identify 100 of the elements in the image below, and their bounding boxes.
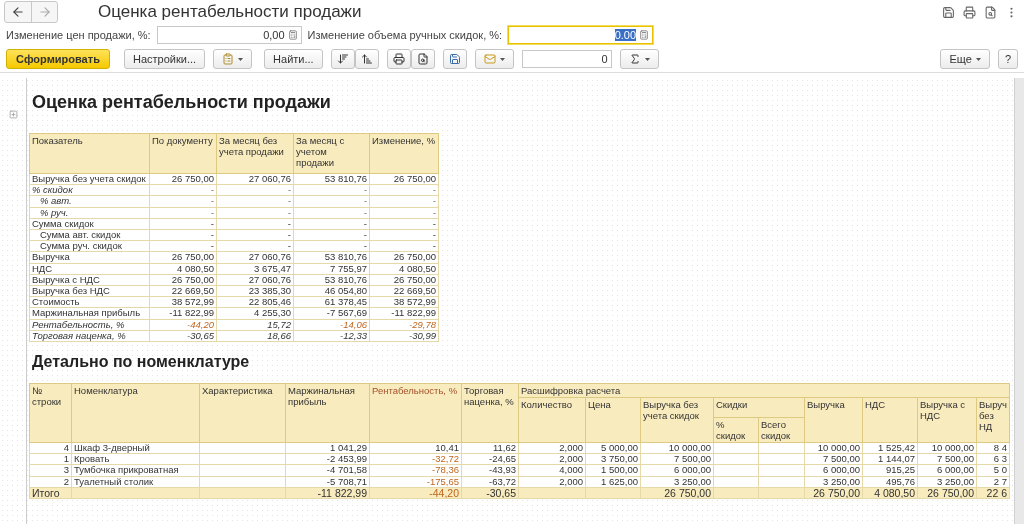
document-magnifier-icon <box>416 53 429 65</box>
table-cell: 10 000,00 <box>640 442 714 454</box>
table-cell: 7 500,00 <box>640 453 714 465</box>
table-cell: 22 6 <box>976 487 1010 499</box>
column-header: За месяц без учета продажи <box>216 133 294 174</box>
table-cell: 3 750,00 <box>585 453 641 465</box>
table-cell: 18,66 <box>216 330 294 342</box>
table-cell: 26 750,00 <box>149 274 217 286</box>
table-cell: 27 060,76 <box>216 173 294 185</box>
sum-field[interactable]: 0 <box>521 50 612 68</box>
table-cell: 15,72 <box>216 319 294 331</box>
table-cell: - <box>369 184 439 196</box>
table-cell: 11,62 <box>461 442 519 454</box>
table-cell: 3 250,00 <box>917 476 977 488</box>
generate-button[interactable]: Сформировать <box>6 49 110 69</box>
sum-dropdown[interactable] <box>619 49 659 69</box>
table-cell: 26 750,00 <box>149 173 217 185</box>
table-cell: 10 000,00 <box>804 442 863 454</box>
table-cell: -5 708,71 <box>285 476 370 488</box>
table-cell: - <box>293 184 370 196</box>
table-cell: 1 144,07 <box>862 453 918 465</box>
table-cell: 26 750,00 <box>640 487 714 499</box>
print-button[interactable] <box>961 3 978 21</box>
save-button[interactable] <box>442 49 467 69</box>
column-header: Изменение, % <box>369 133 439 174</box>
sort-ascending-icon <box>360 53 373 65</box>
table-cell: -24,65 <box>461 453 519 465</box>
table-cell: 4 080,50 <box>369 263 439 275</box>
printer-icon <box>392 53 405 65</box>
table-cell: 38 572,99 <box>369 296 439 308</box>
document-magnifier-icon <box>984 5 997 19</box>
table-cell: 2 <box>29 476 72 488</box>
table-cell: - <box>149 184 217 196</box>
preview-button[interactable] <box>410 49 435 69</box>
number-field[interactable]: 0.00 <box>508 26 654 44</box>
sort-descending-button[interactable] <box>330 49 355 69</box>
window-title: Оценка рентабельности продажи <box>98 2 363 22</box>
table-cell: 1 525,42 <box>862 442 918 454</box>
table-cell: - <box>149 229 217 241</box>
table-cell: -175,65 <box>369 476 462 488</box>
table-cell: - <box>149 218 217 230</box>
row-label: Выручка с НДС <box>29 274 150 286</box>
column-header: Цена <box>585 397 641 443</box>
table-cell: 26 750,00 <box>369 274 439 286</box>
variant-dropdown[interactable] <box>213 49 253 69</box>
table-cell: 2,000 <box>518 476 586 488</box>
table-cell: -44,20 <box>369 487 462 499</box>
table-cell: 10,41 <box>369 442 462 454</box>
table-cell: - <box>216 240 294 252</box>
table-cell: -29,78 <box>369 319 439 331</box>
table-cell: 6 3 <box>976 453 1010 465</box>
table-cell: Туалетный столик <box>71 476 200 488</box>
table-cell: 61 378,45 <box>293 296 370 308</box>
table-cell: 23 385,30 <box>216 285 294 297</box>
table-cell: 3 250,00 <box>640 476 714 488</box>
scrollbar[interactable] <box>1014 78 1024 524</box>
table-cell: - <box>149 240 217 252</box>
column-header: Выруч без НД <box>976 397 1010 443</box>
send-dropdown[interactable] <box>474 49 514 69</box>
row-label: НДС <box>29 263 150 275</box>
row-label: % скидок <box>29 184 150 196</box>
column-header: Рентабельность, % <box>369 383 462 443</box>
column-header: За месяц с учетом продажи <box>293 133 370 174</box>
table-cell: 7 500,00 <box>917 453 977 465</box>
sort-ascending-button[interactable] <box>354 49 379 69</box>
table-cell: 22 669,50 <box>369 285 439 297</box>
table-cell: 495,76 <box>862 476 918 488</box>
table-cell: 38 572,99 <box>149 296 217 308</box>
calculator-icon <box>639 30 650 40</box>
sort-descending-icon <box>336 53 349 65</box>
column-header: Количество <box>518 397 586 443</box>
help-button[interactable]: ? <box>997 49 1018 69</box>
table-cell: 22 669,50 <box>149 285 217 297</box>
table-cell: Шкаф 3-дверный <box>71 442 200 454</box>
row-label: Стоимость <box>29 296 150 308</box>
table-cell: - <box>216 218 294 230</box>
table-cell: 27 060,76 <box>216 274 294 286</box>
settings-button[interactable]: Настройки... <box>124 49 206 69</box>
print-button[interactable] <box>386 49 411 69</box>
number-field[interactable]: 0,00 <box>156 26 302 44</box>
more-dropdown[interactable]: Еще <box>940 49 990 69</box>
table-cell: 1 041,29 <box>285 442 370 454</box>
field-label: Изменение объема ручных скидок, %: <box>307 29 503 41</box>
table-cell: -12,33 <box>293 330 370 342</box>
table-cell: -14,06 <box>293 319 370 331</box>
table-cell: 22 805,46 <box>216 296 294 308</box>
table-cell: 4 080,50 <box>149 263 217 275</box>
table-cell: -30,99 <box>369 330 439 342</box>
table-cell: - <box>369 229 439 241</box>
column-header: Показатель <box>29 133 150 174</box>
table-cell: -63,72 <box>461 476 519 488</box>
table-cell: - <box>293 207 370 219</box>
section-title: Детально по номенклатуре <box>31 352 251 373</box>
row-label: Сумма авт. скидок <box>29 229 150 241</box>
table-cell: -30,65 <box>461 487 519 499</box>
table-cell: 26 750,00 <box>917 487 977 499</box>
find-button[interactable]: Найти... <box>264 49 323 69</box>
table-cell: 4 080,50 <box>862 487 918 499</box>
table-cell: 3 250,00 <box>804 476 863 488</box>
table-cell: 2 7 <box>976 476 1010 488</box>
